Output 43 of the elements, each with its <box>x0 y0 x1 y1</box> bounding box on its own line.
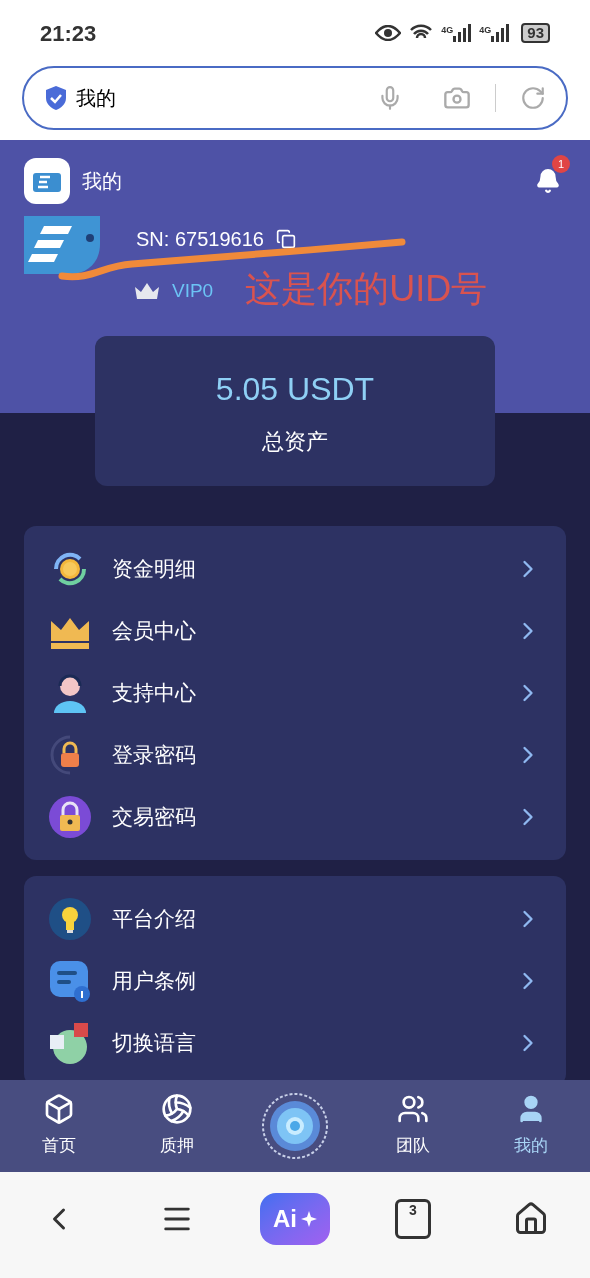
tab-item[interactable]: 首页 <box>0 1093 118 1159</box>
app-logo <box>24 158 70 204</box>
tabs-counter[interactable]: 3 <box>395 1199 431 1239</box>
network-type: 4G <box>441 24 454 37</box>
center-orb-icon[interactable] <box>261 1092 329 1160</box>
notification-bell-icon[interactable] <box>535 168 561 194</box>
copy-icon[interactable] <box>275 229 296 249</box>
signal-icon <box>453 24 472 42</box>
signal-icon <box>491 24 510 42</box>
menu-item[interactable]: 登录密码 <box>48 724 542 786</box>
menu-item[interactable]: 用户条例 <box>48 950 542 1012</box>
padlock-icon <box>48 795 92 839</box>
shield-check-icon <box>44 85 68 111</box>
serial-number: SN: 67519616 <box>136 227 264 252</box>
sparkle-icon <box>301 1211 317 1227</box>
battery-indicator: 93 <box>521 23 550 43</box>
menu-item[interactable]: 资金明细 <box>48 538 542 600</box>
menu-item[interactable]: 平台介绍 <box>48 888 542 950</box>
status-time: 21:23 <box>40 19 97 48</box>
tab-item[interactable]: 质押 <box>118 1093 236 1159</box>
ball-icon <box>161 1093 193 1126</box>
notification-badge: 1 <box>552 155 570 173</box>
document-info-icon <box>48 959 92 1003</box>
eye-icon <box>375 25 402 41</box>
cube-icon <box>43 1093 75 1126</box>
light-bulb-icon <box>48 897 92 941</box>
annotation-text: 这是你的UID号 <box>245 267 488 311</box>
menu-item[interactable]: 切换语言 <box>48 1012 542 1074</box>
tab-item[interactable]: 我的 <box>472 1093 590 1159</box>
ai-button[interactable]: Ai <box>260 1193 330 1245</box>
address-text: 我的 <box>76 86 117 111</box>
home-icon[interactable] <box>513 1201 549 1237</box>
tab-item[interactable]: 团队 <box>354 1093 472 1159</box>
menu-item[interactable]: 会员中心 <box>48 600 542 662</box>
page-title: 我的 <box>82 169 122 194</box>
network-type: 4G <box>479 24 492 37</box>
vip-level: VIP0 <box>172 278 214 303</box>
crown-icon <box>134 281 160 301</box>
wallet-logo-icon <box>24 216 100 274</box>
menu-item[interactable]: 支持中心 <box>48 662 542 724</box>
balance-amount: 5.05 USDT <box>215 369 375 409</box>
balance-label: 总资产 <box>262 427 328 456</box>
menu-item[interactable]: 交易密码 <box>48 786 542 848</box>
